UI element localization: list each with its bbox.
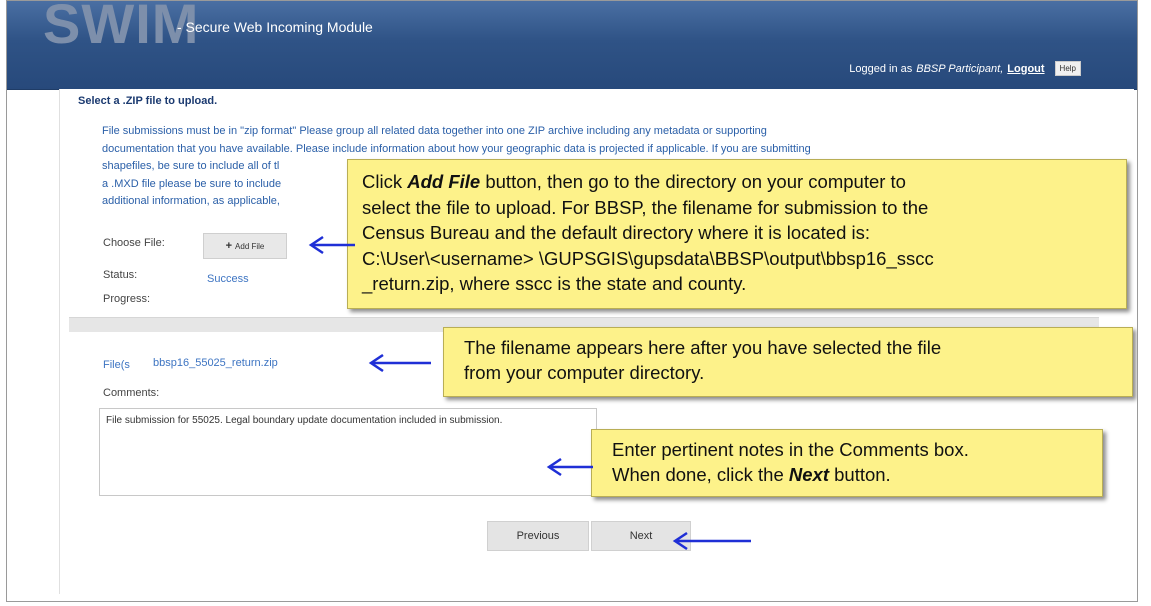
- login-prefix: Logged in as: [849, 62, 913, 75]
- add-file-button[interactable]: + Add File: [203, 233, 287, 259]
- callout-line: The filename appears here after you have…: [464, 337, 942, 358]
- choose-file-label: Choose File:: [103, 237, 165, 249]
- plus-icon: +: [225, 240, 233, 252]
- callout-add-file: Click Add File button, then go to the di…: [347, 159, 1127, 309]
- arrow-left-icon: [546, 457, 593, 477]
- browser-frame: SWIM - Secure Web Incoming Module Logged…: [6, 0, 1138, 602]
- login-user: BBSP Participant,: [916, 62, 1004, 75]
- callout-line: select the file to upload. For BBSP, the…: [362, 196, 929, 218]
- app-subtitle: - Secure Web Incoming Module: [177, 19, 373, 35]
- callout-comments: Enter pertinent notes in the Comments bo…: [591, 429, 1103, 497]
- logout-link[interactable]: Logout: [1007, 63, 1044, 75]
- callout-line: _return.zip, where sscc is the state and…: [362, 273, 747, 294]
- arrow-left-icon: [308, 235, 355, 255]
- arrow-left-icon: [672, 531, 751, 551]
- arrow-left-icon: [368, 353, 431, 373]
- files-label: File(s: [103, 359, 130, 371]
- help-button[interactable]: Help: [1054, 61, 1081, 76]
- intro-line: File submissions must be in "zip format"…: [102, 125, 767, 137]
- comments-textarea[interactable]: File submission for 55025. Legal boundar…: [99, 408, 597, 496]
- previous-button[interactable]: Previous: [487, 521, 589, 551]
- callout-line: Enter pertinent notes in the Comments bo…: [612, 439, 969, 460]
- callout-line: from your computer directory.: [464, 362, 705, 383]
- login-status: Logged in as BBSP Participant, Logout He…: [849, 61, 1081, 76]
- comments-label: Comments:: [103, 387, 160, 399]
- status-label: Status:: [103, 269, 138, 281]
- selected-file-name: bbsp16_55025_return.zip: [153, 357, 278, 369]
- progress-label: Progress:: [103, 293, 151, 305]
- add-file-label: Add File: [235, 241, 265, 251]
- app-header: SWIM - Secure Web Incoming Module Logged…: [7, 1, 1137, 90]
- callout-line: Click Add File button, then go to the di…: [362, 171, 906, 192]
- app-logo: SWIM: [43, 0, 200, 55]
- page-title: Select a .ZIP file to upload.: [78, 95, 218, 107]
- callout-line: Census Bureau and the default directory …: [362, 222, 871, 243]
- status-value: Success: [207, 273, 249, 285]
- intro-line: documentation that you have available. P…: [102, 142, 811, 155]
- callout-bold-add-file: Add File: [407, 171, 481, 192]
- callout-line: When done, click the Next button.: [612, 464, 891, 485]
- callout-bold-next: Next: [788, 464, 829, 485]
- callout-line: C:\User\<username> \GUPSGIS\gupsdata\BBS…: [362, 247, 934, 269]
- callout-file-name: The filename appears here after you have…: [443, 327, 1133, 397]
